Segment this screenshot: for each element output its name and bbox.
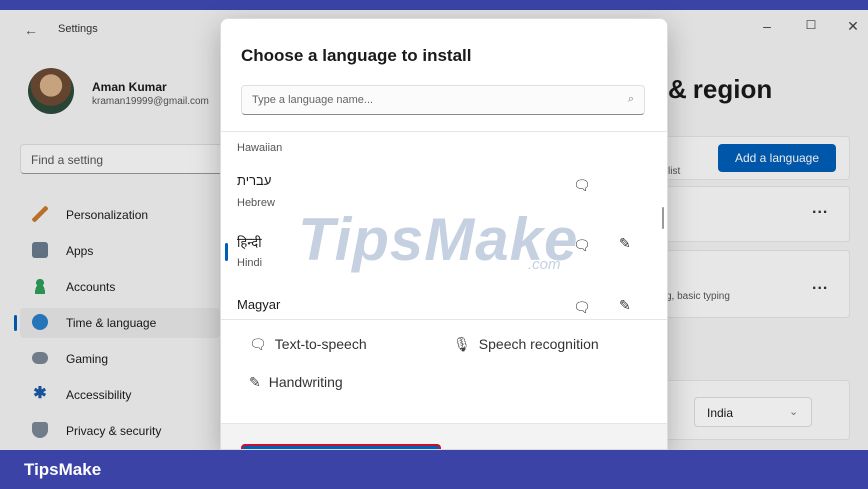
legend-label: Text-to-speech: [274, 336, 367, 352]
handwriting-icon: ✎: [619, 235, 631, 251]
sidebar-item-label: Personalization: [66, 208, 149, 222]
dialog-title: Choose a language to install: [241, 46, 472, 65]
person-icon: [32, 278, 48, 294]
avatar[interactable]: [28, 68, 74, 114]
sidebar-item-label: Gaming: [66, 352, 109, 366]
search-icon: ⌕: [627, 93, 634, 105]
language-search-input[interactable]: Type a language name... ⌕: [241, 85, 645, 115]
dialog-footer: [221, 423, 667, 449]
text-to-speech-icon: 🗨: [573, 299, 591, 315]
app-title: Settings: [58, 23, 98, 35]
microphone-icon: 🎙: [453, 336, 471, 352]
language-english-name: Hebrew: [237, 197, 275, 209]
chevron-down-icon: ⌄: [789, 406, 799, 418]
language-search-placeholder: Type a language name...: [252, 94, 374, 106]
sidebar-item-gaming[interactable]: Gaming: [20, 344, 220, 374]
maximize-button[interactable]: ☐: [796, 18, 826, 32]
language-native-name: עברית: [237, 173, 272, 188]
accessibility-icon: ✱: [33, 385, 47, 402]
sidebar-item-label: Privacy & security: [66, 424, 162, 438]
text-to-speech-icon: 🗨: [249, 336, 267, 352]
more-options-button[interactable]: ...: [812, 200, 828, 218]
list-item[interactable]: Magyar 🗨 ✎: [221, 291, 661, 319]
close-button[interactable]: ✕: [838, 18, 868, 35]
watermark-suffix: .com: [528, 256, 561, 273]
language-features-text: g, basic typing: [666, 291, 730, 302]
legend-label: Handwriting: [268, 374, 343, 390]
brush-icon: [32, 206, 48, 222]
language-english-name: Hindi: [237, 257, 263, 269]
sidebar-item-personalization[interactable]: Personalization: [20, 200, 220, 230]
country-region-value: India: [707, 406, 734, 420]
preferred-languages-label: list: [668, 166, 681, 177]
divider: [221, 319, 667, 320]
shield-icon: [32, 422, 48, 438]
text-to-speech-icon: 🗨: [573, 177, 591, 193]
language-name: Hawaiian: [237, 142, 283, 154]
sidebar-item-label: Apps: [66, 244, 94, 258]
sidebar-item-label: Accounts: [66, 280, 116, 294]
divider: [221, 131, 667, 132]
handwriting-icon: ✎: [619, 297, 631, 313]
language-native-name: हिन्दी: [237, 235, 262, 250]
minimize-button[interactable]: –: [752, 18, 782, 34]
country-region-select[interactable]: India ⌄: [694, 397, 812, 427]
add-language-button[interactable]: Add a language: [718, 144, 836, 172]
legend-speech-recognition: 🎙 Speech recognition: [453, 336, 599, 353]
sidebar-item-time-language[interactable]: Time & language: [14, 308, 220, 338]
sidebar-item-privacy-security[interactable]: Privacy & security: [20, 416, 220, 446]
legend-handwriting: ✎ Handwriting: [249, 374, 343, 391]
sidebar-item-accessibility[interactable]: ✱ Accessibility: [20, 380, 220, 410]
handwriting-icon: ✎: [249, 374, 261, 390]
gamepad-icon: [32, 352, 48, 364]
sidebar-item-label: Accessibility: [66, 388, 132, 402]
sidebar-item-accounts[interactable]: Accounts: [20, 272, 220, 302]
legend-label: Speech recognition: [478, 336, 599, 352]
user-name: Aman Kumar: [92, 80, 167, 94]
back-arrow-icon[interactable]: ←: [24, 22, 38, 38]
sidebar-item-apps[interactable]: Apps: [20, 236, 220, 266]
user-email: kraman19999@gmail.com: [92, 96, 209, 107]
list-item[interactable]: Hawaiian: [221, 133, 661, 163]
search-placeholder: Find a setting: [31, 153, 104, 167]
brand-bar: TipsMake: [0, 450, 868, 489]
page-title: & region: [668, 74, 773, 104]
selection-indicator: [225, 243, 228, 261]
legend-text-to-speech: 🗨 Text-to-speech: [249, 336, 367, 353]
more-options-button[interactable]: ...: [812, 276, 828, 294]
screenshot-frame: ← Settings – ☐ ✕ Aman Kumar kraman19999@…: [0, 0, 868, 450]
globe-clock-icon: [32, 314, 48, 330]
brand-label: TipsMake: [24, 460, 102, 479]
language-native-name: Magyar: [237, 297, 281, 312]
sidebar-item-label: Time & language: [66, 316, 157, 330]
search-input[interactable]: Find a setting: [20, 144, 230, 174]
apps-icon: [32, 242, 48, 258]
scrollbar[interactable]: [662, 207, 664, 229]
